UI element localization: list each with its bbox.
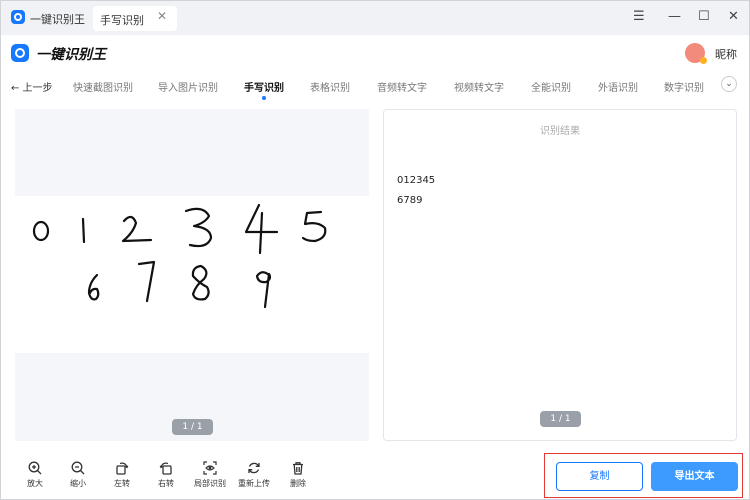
copy-button[interactable]: 复制 — [556, 462, 643, 491]
title-bar: 一键识别王 手写识别 ✕ ☰ — ☐ ✕ — [1, 1, 749, 35]
delete-button[interactable]: 删除 — [278, 461, 318, 489]
reupload-label: 重新上传 — [238, 479, 270, 488]
nav-item-handwriting[interactable]: 手写识别 — [244, 79, 284, 100]
feature-nav: ← 上一步 快速截图识别 导入图片识别 手写识别 表格识别 音频转文字 视频转文… — [1, 71, 749, 100]
trash-icon — [293, 462, 303, 475]
user-nickname[interactable]: 昵称 — [715, 46, 737, 62]
reupload-button[interactable]: 重新上传 — [234, 461, 274, 489]
app-window: 一键识别王 手写识别 ✕ ☰ — ☐ ✕ 一键识别王 昵称 ← 上一步 快速截图… — [0, 0, 750, 500]
minimize-icon[interactable]: — — [668, 10, 681, 24]
rotate-right-icon — [159, 462, 172, 475]
zoom-in-icon — [28, 461, 42, 475]
nav-item-video-to-text[interactable]: 视频转文字 — [454, 79, 504, 94]
zoom-out-button[interactable]: 缩小 — [58, 461, 98, 489]
rotate-left-label: 左转 — [114, 479, 130, 488]
nav-item-table[interactable]: 表格识别 — [310, 79, 350, 94]
tab-close-icon[interactable]: ✕ — [157, 9, 167, 23]
maximize-icon[interactable]: ☐ — [698, 10, 710, 24]
app-header: 一键识别王 昵称 — [1, 35, 749, 71]
refresh-icon — [248, 462, 260, 474]
tab-label: 手写识别 — [100, 14, 144, 27]
delete-label: 删除 — [290, 479, 306, 488]
eye-scan-icon — [203, 461, 217, 475]
brand-name: 一键识别王 — [36, 47, 106, 63]
close-icon[interactable]: ✕ — [728, 10, 739, 24]
region-ocr-button[interactable]: 局部识别 — [190, 461, 230, 489]
back-button[interactable]: ← 上一步 — [11, 79, 53, 94]
app-name: 一键识别王 — [30, 13, 85, 26]
nav-item-foreign-language[interactable]: 外语识别 — [598, 79, 638, 94]
zoom-out-label: 缩小 — [70, 479, 86, 488]
nav-item-audio-to-text[interactable]: 音频转文字 — [377, 79, 427, 94]
result-line[interactable]: 6789 — [397, 195, 422, 206]
handwritten-digits-drawing — [32, 203, 327, 309]
result-panel: 识别结果 012345 6789 1 / 1 — [383, 109, 737, 441]
image-preview-panel: 1 / 1 — [15, 109, 369, 441]
brand-logo-icon — [11, 44, 29, 62]
handwriting-image — [15, 196, 369, 353]
nav-item-number[interactable]: 数字识别 — [664, 79, 704, 94]
zoom-out-icon — [71, 461, 85, 475]
rotate-right-label: 右转 — [158, 479, 174, 488]
nav-item-import-image[interactable]: 导入图片识别 — [158, 79, 218, 94]
zoom-in-button[interactable]: 放大 — [15, 461, 55, 489]
rotate-left-button[interactable]: 左转 — [102, 461, 142, 489]
nav-item-all-purpose[interactable]: 全能识别 — [531, 79, 571, 94]
rotate-left-icon — [116, 462, 129, 475]
app-logo-icon — [11, 10, 25, 24]
chevron-down-icon[interactable]: ⌄ — [721, 76, 737, 92]
result-title: 识别结果 — [540, 126, 580, 137]
result-pager: 1 / 1 — [540, 411, 581, 427]
nav-item-quick-screenshot[interactable]: 快速截图识别 — [73, 79, 133, 94]
menu-icon[interactable]: ☰ — [633, 10, 645, 24]
image-pager: 1 / 1 — [172, 419, 213, 435]
region-ocr-label: 局部识别 — [194, 479, 226, 488]
tab-handwriting[interactable]: 手写识别 ✕ — [93, 6, 177, 31]
avatar[interactable] — [685, 43, 707, 64]
rotate-right-button[interactable]: 右转 — [146, 461, 186, 489]
export-text-button[interactable]: 导出文本 — [651, 462, 738, 491]
result-line[interactable]: 012345 — [397, 175, 435, 186]
zoom-in-label: 放大 — [27, 479, 43, 488]
